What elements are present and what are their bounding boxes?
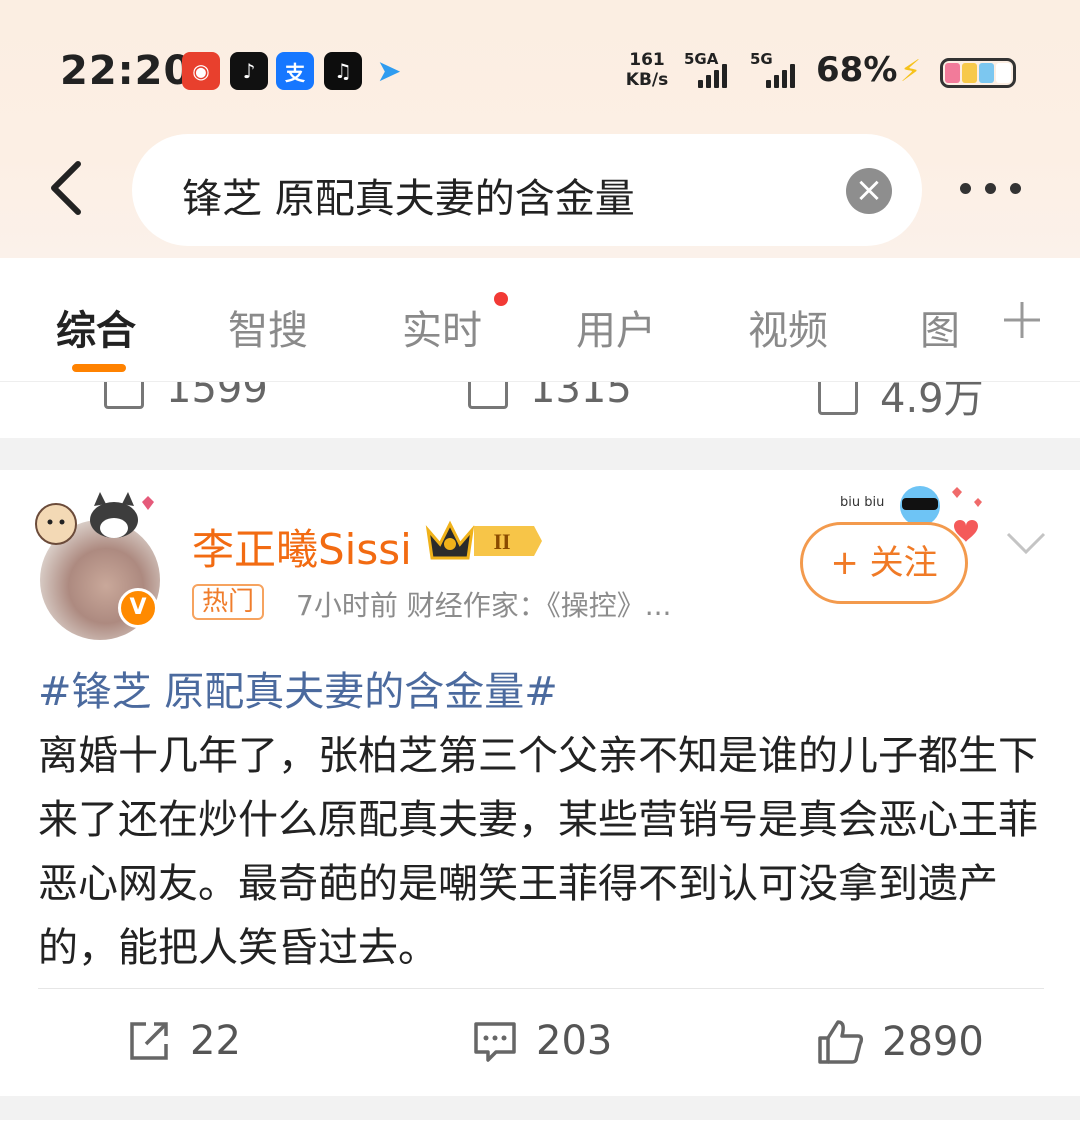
network-speed-unit: KB/s bbox=[625, 70, 669, 90]
post-meta: 7小时前 财经作家：《操控》... bbox=[296, 589, 672, 622]
tab-video[interactable]: 视频 bbox=[748, 298, 828, 356]
repost-count: 22 bbox=[190, 1018, 241, 1064]
more-icon[interactable] bbox=[960, 176, 1036, 200]
tab-bar: 综合 智搜 实时 用户 视频 图 bbox=[0, 258, 1080, 382]
like-icon bbox=[818, 1020, 864, 1064]
taobao-icon: ◉ bbox=[182, 52, 220, 90]
network-speed-value: 161 bbox=[629, 50, 665, 70]
add-tab-icon[interactable] bbox=[1000, 298, 1044, 342]
tab-images[interactable]: 图 bbox=[920, 298, 960, 356]
alipay-icon: 支 bbox=[276, 52, 314, 90]
comment-icon bbox=[468, 382, 508, 409]
repost-icon bbox=[130, 1022, 168, 1060]
prev-like-button[interactable]: 4.9万 bbox=[818, 382, 984, 424]
clear-icon[interactable]: × bbox=[846, 168, 892, 214]
like-icon bbox=[818, 382, 858, 415]
network-speed: 161 KB/s bbox=[622, 50, 672, 90]
verified-icon: V bbox=[118, 588, 158, 628]
active-tab-indicator bbox=[72, 364, 126, 372]
send-icon: ➤ bbox=[376, 53, 402, 89]
post-card: V 李正曦Sissi II 热门 7小时前 财经作家：《操控》... biu b… bbox=[0, 470, 1080, 1096]
username[interactable]: 李正曦Sissi bbox=[192, 516, 412, 577]
music-icon: ♫ bbox=[324, 52, 362, 90]
comment-button[interactable]: 203 bbox=[472, 1018, 612, 1064]
comment-count: 203 bbox=[536, 1018, 613, 1064]
tab-users[interactable]: 用户 bbox=[576, 298, 656, 356]
status-time: 22:20 bbox=[60, 48, 193, 94]
search-input[interactable]: 锋芝 原配真夫妻的含金量 × bbox=[132, 134, 922, 246]
hot-badge: 热门 bbox=[192, 584, 265, 620]
signal-bars-icon bbox=[766, 62, 795, 88]
charging-icon: ⚡ bbox=[900, 54, 922, 89]
prev-repost-count: 1599 bbox=[166, 382, 268, 412]
like-count: 2890 bbox=[882, 1019, 984, 1065]
previous-post-stats: 1599 1315 4.9万 bbox=[0, 382, 1080, 438]
tiktok-icon: ♪ bbox=[230, 52, 268, 90]
follow-button[interactable]: + 关注 bbox=[800, 522, 968, 604]
battery-percent: 68% bbox=[816, 50, 898, 90]
divider bbox=[38, 988, 1044, 989]
post-body: 离婚十几年了，张柏芝第三个父亲不知是谁的儿子都生下来了还在炒什么原配真夫妻，某些… bbox=[38, 733, 1038, 971]
post-content: #锋芝 原配真夫妻的含金量# 离婚十几年了，张柏芝第三个父亲不知是谁的儿子都生下… bbox=[38, 660, 1048, 980]
prev-repost-button[interactable]: 1599 bbox=[104, 382, 268, 412]
chevron-down-icon[interactable] bbox=[1004, 528, 1048, 558]
search-query: 锋芝 原配真夫妻的含金量 bbox=[182, 176, 635, 222]
tab-realtime[interactable]: 实时 bbox=[402, 298, 482, 356]
prev-like-count: 4.9万 bbox=[880, 382, 984, 422]
tab-smart-search[interactable]: 智搜 bbox=[228, 298, 308, 356]
repost-button[interactable]: 22 bbox=[126, 1018, 241, 1064]
like-button[interactable]: 2890 bbox=[816, 1018, 984, 1066]
next-card-edge bbox=[0, 1120, 1080, 1140]
prev-comment-count: 1315 bbox=[530, 382, 632, 412]
hashtag-link[interactable]: #锋芝 原配真夫妻的含金量# bbox=[38, 660, 1048, 724]
signal-bars-icon bbox=[698, 62, 727, 88]
follow-deco-text: biu biu bbox=[840, 495, 884, 510]
repost-icon bbox=[104, 382, 144, 409]
status-bar: 22:20 ◉ ♪ 支 ♫ ➤ 161 KB/s 5GA 5G 68% ⚡ bbox=[0, 0, 1080, 140]
avatar-pet-icon bbox=[35, 492, 154, 545]
comment-icon bbox=[474, 1022, 516, 1062]
battery-icon bbox=[940, 58, 1016, 88]
crown-badge-icon: II bbox=[425, 520, 542, 560]
back-icon[interactable] bbox=[40, 158, 100, 218]
new-dot-badge bbox=[494, 292, 508, 306]
level-label: II bbox=[493, 529, 510, 554]
prev-comment-button[interactable]: 1315 bbox=[468, 382, 632, 412]
tab-comprehensive[interactable]: 综合 bbox=[56, 298, 136, 356]
